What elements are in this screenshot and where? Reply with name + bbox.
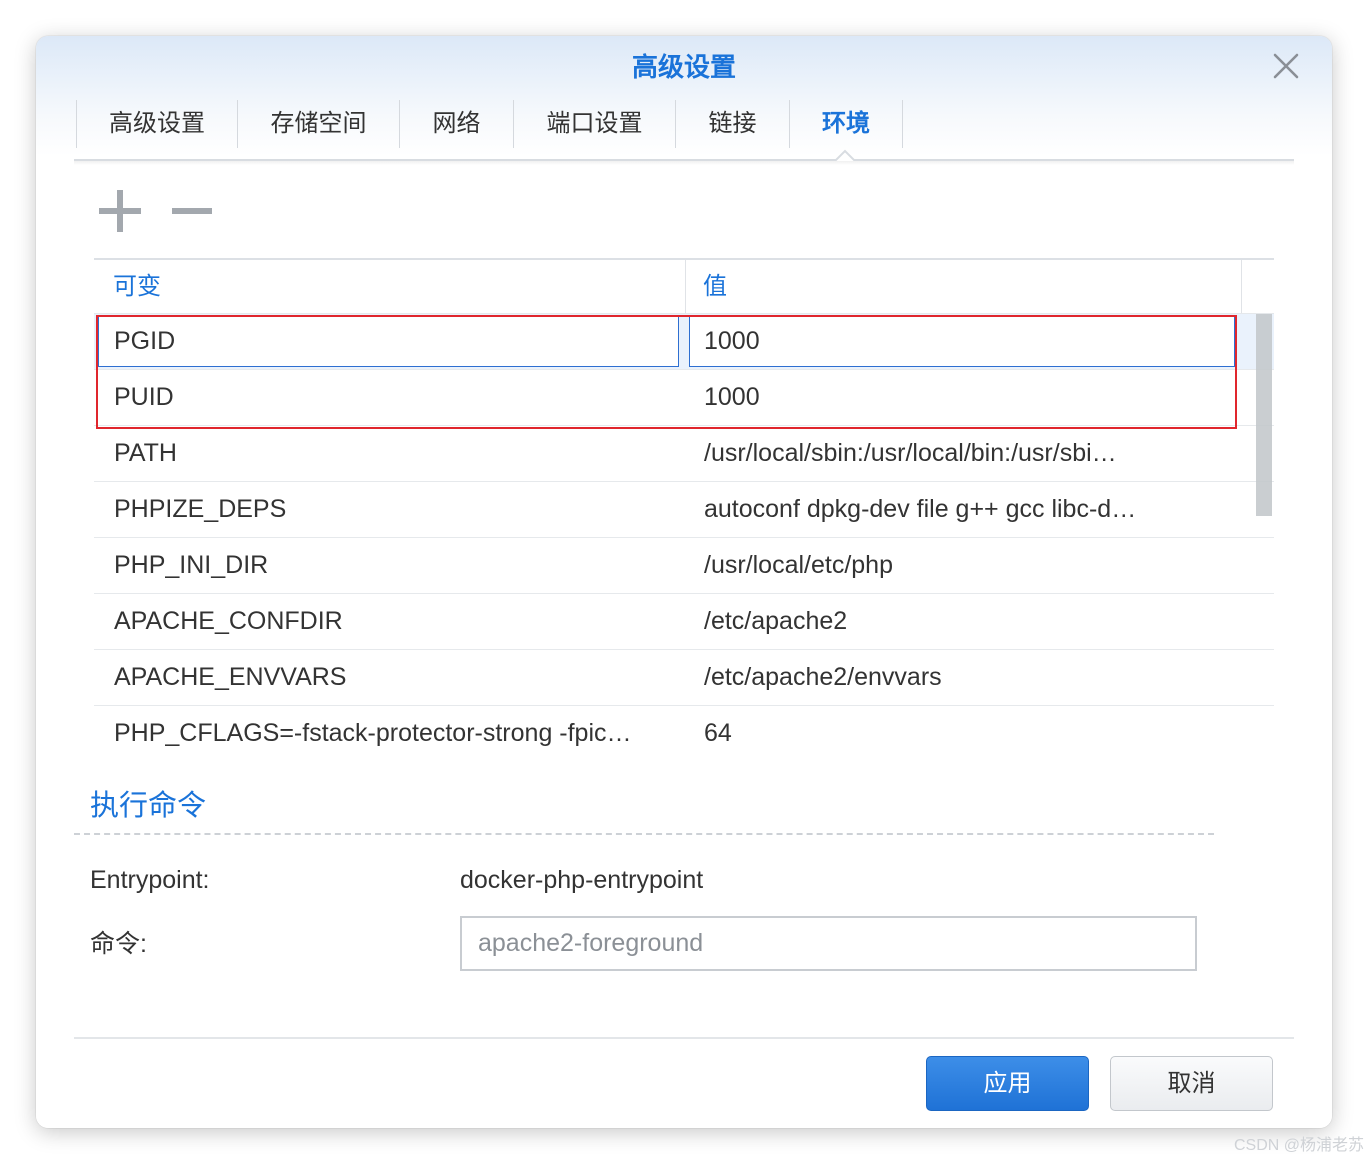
- variable-cell[interactable]: PUID: [114, 370, 674, 425]
- section-divider: [74, 833, 1214, 835]
- tab-port-settings[interactable]: 端口设置: [513, 100, 675, 148]
- tab-advanced-settings[interactable]: 高级设置: [76, 100, 237, 148]
- table-row[interactable]: APACHE_ENVVARS /etc/apache2/envvars: [94, 650, 1274, 706]
- column-header-variable[interactable]: 可变: [113, 260, 161, 313]
- command-label: 命令:: [90, 930, 147, 958]
- table-row[interactable]: APACHE_CONFDIR /etc/apache2: [94, 594, 1274, 650]
- close-button[interactable]: [1272, 52, 1300, 80]
- table-row[interactable]: PHPIZE_DEPS autoconf dpkg-dev file g++ g…: [94, 482, 1274, 538]
- minus-icon: [172, 208, 212, 214]
- value-cell[interactable]: 1000: [704, 370, 1234, 425]
- value-cell[interactable]: autoconf dpkg-dev file g++ gcc libc-d…: [704, 482, 1234, 537]
- column-divider: [1241, 260, 1242, 313]
- watermark: CSDN @杨浦老苏: [1233, 1137, 1364, 1154]
- variable-cell[interactable]: PHP_INI_DIR: [114, 538, 674, 593]
- value-cell[interactable]: /usr/local/etc/php: [704, 538, 1234, 593]
- advanced-settings-dialog: 高级设置 高级设置 存储空间 网络 端口设置 链接 环境 可变 值 PGID 1…: [36, 36, 1332, 1128]
- table-header: 可变 值: [94, 258, 1274, 314]
- variable-cell[interactable]: APACHE_CONFDIR: [114, 594, 674, 649]
- value-cell[interactable]: /usr/local/sbin:/usr/local/bin:/usr/sbi…: [704, 426, 1234, 481]
- variable-cell[interactable]: APACHE_ENVVARS: [114, 650, 674, 705]
- variable-cell[interactable]: PGID: [114, 314, 674, 369]
- variable-cell[interactable]: PATH: [114, 426, 674, 481]
- apply-button[interactable]: 应用: [926, 1056, 1089, 1111]
- tab-storage[interactable]: 存储空间: [237, 100, 399, 148]
- value-cell[interactable]: 1000: [704, 314, 1234, 369]
- tab-network[interactable]: 网络: [399, 100, 513, 148]
- footer-divider: [74, 1037, 1294, 1039]
- table-scrollbar-thumb[interactable]: [1256, 314, 1272, 516]
- table-row[interactable]: PATH /usr/local/sbin:/usr/local/bin:/usr…: [94, 426, 1274, 482]
- table-row[interactable]: PHP_INI_DIR /usr/local/etc/php: [94, 538, 1274, 594]
- value-cell[interactable]: /etc/apache2: [704, 594, 1234, 649]
- close-icon: [1273, 53, 1299, 79]
- variable-cell[interactable]: PHPIZE_DEPS: [114, 482, 674, 537]
- remove-variable-button[interactable]: [172, 190, 212, 232]
- plus-icon: [99, 190, 141, 232]
- table-row[interactable]: PUID 1000: [94, 370, 1274, 426]
- command-section-title: 执行命令: [90, 790, 207, 822]
- column-header-value[interactable]: 值: [703, 260, 727, 313]
- cancel-button[interactable]: 取消: [1110, 1056, 1273, 1111]
- tab-environment[interactable]: 环境: [789, 100, 903, 148]
- column-divider: [685, 260, 686, 313]
- value-cell[interactable]: /etc/apache2/envvars: [704, 650, 1234, 705]
- value-cell[interactable]: 64: [704, 706, 1234, 761]
- tab-links[interactable]: 链接: [675, 100, 789, 148]
- table-row[interactable]: PGID 1000: [94, 314, 1274, 370]
- variable-cell[interactable]: PHP_CFLAGS=-fstack-protector-strong -fpi…: [114, 706, 674, 761]
- tab-bar: 高级设置 存储空间 网络 端口设置 链接 环境: [76, 100, 903, 148]
- table-row[interactable]: PHP_CFLAGS=-fstack-protector-strong -fpi…: [94, 706, 1274, 762]
- add-variable-button[interactable]: [99, 190, 141, 232]
- entrypoint-label: Entrypoint:: [90, 866, 210, 894]
- environment-variables-table: 可变 值 PGID 1000 PUID 1000 PATH /usr/local…: [94, 258, 1274, 762]
- command-input[interactable]: [460, 916, 1197, 971]
- active-tab-notch: [74, 149, 1294, 161]
- entrypoint-value: docker-php-entrypoint: [460, 866, 704, 894]
- dialog-title: 高级设置: [631, 52, 736, 82]
- tab-underline: [74, 148, 1294, 166]
